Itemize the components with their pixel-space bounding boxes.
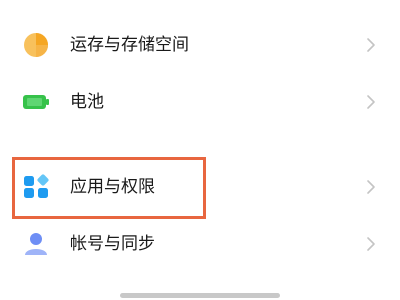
account-person-icon (25, 233, 47, 255)
battery-icon (23, 95, 49, 109)
settings-item-label: 电池 (70, 92, 104, 112)
settings-item-label: 运存与存储空间 (70, 35, 189, 55)
chevron-right-icon (367, 95, 375, 109)
settings-item-storage[interactable]: 运存与存储空间 (0, 20, 400, 70)
settings-item-label: 帐号与同步 (70, 234, 155, 254)
highlight-box (12, 157, 206, 219)
settings-item-account-sync[interactable]: 帐号与同步 (0, 219, 400, 269)
chevron-right-icon (367, 237, 375, 251)
chevron-right-icon (367, 180, 375, 194)
home-indicator[interactable] (120, 293, 280, 298)
storage-pie-icon (24, 33, 48, 57)
chevron-right-icon (367, 38, 375, 52)
settings-item-battery[interactable]: 电池 (0, 77, 400, 127)
